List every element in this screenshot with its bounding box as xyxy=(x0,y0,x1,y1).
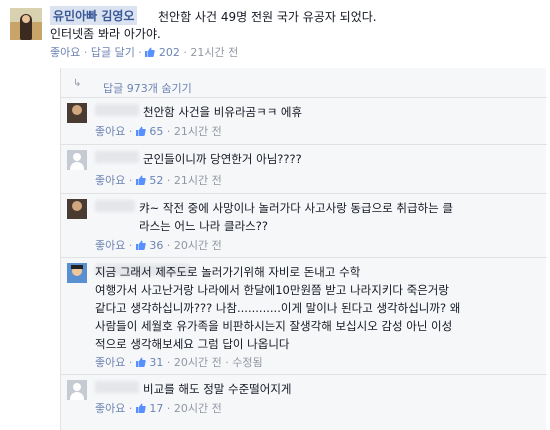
commenter-name-redacted[interactable] xyxy=(95,104,139,116)
comment: 천안함 사건을 비유라곰ㅋㅋ 에휴 좋아요 · 65 · 21시간 전 xyxy=(61,97,547,143)
edited-label[interactable]: 수정됨 xyxy=(232,356,262,369)
comment-time[interactable]: 20시간 전 xyxy=(174,239,222,252)
comment-text: 군인들이니까 당연한거 아님???? xyxy=(143,152,302,166)
thumbs-up-icon xyxy=(135,175,146,185)
commenter-avatar[interactable] xyxy=(67,150,87,170)
thumbs-up-icon xyxy=(135,240,146,250)
commenter-name-redacted[interactable] xyxy=(95,381,139,393)
comment-actions: 좋아요 · 31 · 20시간 전 · 수정됨 xyxy=(95,356,263,369)
comment-time[interactable]: 21시간 전 xyxy=(174,174,222,187)
comment-actions: 좋아요 · 36 · 20시간 전 xyxy=(95,239,222,252)
commenter-avatar[interactable] xyxy=(67,380,87,400)
author-avatar[interactable] xyxy=(10,8,42,40)
post-text-line1: 천안함 사건 49명 전원 국가 유공자 되었다. xyxy=(158,10,377,24)
comment-text: 천안함 사건을 비유라곰ㅋㅋ 에휴 xyxy=(143,105,303,119)
comment-like-button[interactable]: 좋아요 xyxy=(95,402,125,415)
commenter-name-redacted[interactable] xyxy=(95,200,135,212)
comment-actions: 좋아요 · 52 · 21시간 전 xyxy=(95,174,222,187)
comment: 캬~ 작전 중에 사망이나 놀러가다 사고사랑 동급으로 취급하는 클 라스는 … xyxy=(61,193,547,256)
post-author-name[interactable]: 유민아빠 김영오 xyxy=(50,6,138,25)
comment-text: 캬~ 작전 중에 사망이나 놀러가다 사고사랑 동급으로 취급하는 클 라스는 … xyxy=(139,201,453,233)
comment-like-button[interactable]: 좋아요 xyxy=(95,174,125,187)
thumbs-up-icon xyxy=(135,357,146,367)
comment: 군인들이니까 당연한거 아님???? 좋아요 · 52 · 21시간 전 xyxy=(61,144,547,192)
hide-replies-bar[interactable]: ↳ 답글 973개 숨기기 xyxy=(61,77,547,95)
thumbs-up-icon xyxy=(135,403,146,413)
thumbs-up-icon xyxy=(135,126,146,136)
comment-text: 비교를 해도 정말 수준떨어지게 xyxy=(143,382,292,396)
comment-like-button[interactable]: 좋아요 xyxy=(95,239,125,252)
like-button[interactable]: 좋아요 xyxy=(50,46,80,59)
post-like-count[interactable]: 202 xyxy=(145,46,183,59)
hide-replies-link[interactable]: 답글 973개 숨기기 xyxy=(103,80,192,96)
comment-like-count[interactable]: 36 xyxy=(135,239,163,252)
comment-like-count[interactable]: 31 xyxy=(135,356,163,369)
commenter-avatar[interactable] xyxy=(67,263,87,283)
comment-time[interactable]: 21시간 전 xyxy=(174,125,222,138)
comment-time[interactable]: 20시간 전 xyxy=(174,402,222,415)
commenter-name-redacted[interactable] xyxy=(95,151,139,163)
comment-text: 지금 그래서 제주도로 놀러가기위해 자비로 돈내고 수학 여행가서 사고난거랑… xyxy=(95,265,461,351)
reply-button[interactable]: 답글 달기 xyxy=(91,46,135,59)
commenter-avatar[interactable] xyxy=(67,199,87,219)
comment-like-button[interactable]: 좋아요 xyxy=(95,356,125,369)
comment-actions: 좋아요 · 65 · 21시간 전 xyxy=(95,125,222,138)
post: 유민아빠 김영오 천안함 사건 49명 전원 국가 유공자 되었다. 인터넷좀 … xyxy=(0,0,550,62)
commenter-avatar[interactable] xyxy=(67,103,87,123)
comment: 비교를 해도 정말 수준떨어지게 좋아요 · 17 · 20시간 전 xyxy=(61,374,547,430)
post-actions: 좋아요 · 답글 달기 · 202 · 21시간 전 xyxy=(50,46,239,59)
comment-like-button[interactable]: 좋아요 xyxy=(95,125,125,138)
comment-like-count[interactable]: 52 xyxy=(135,174,163,187)
thumbs-up-icon xyxy=(145,47,156,57)
post-time[interactable]: 21시간 전 xyxy=(190,46,238,59)
comment: 지금 그래서 제주도로 놀러가기위해 자비로 돈내고 수학 여행가서 사고난거랑… xyxy=(61,257,547,373)
comment-like-count[interactable]: 17 xyxy=(135,402,163,415)
comments-section: ↳ 답글 973개 숨기기 천안함 사건을 비유라곰ㅋㅋ 에휴 좋아요 · 65… xyxy=(60,68,547,430)
comment-actions: 좋아요 · 17 · 20시간 전 xyxy=(95,402,222,415)
comment-time[interactable]: 20시간 전 xyxy=(174,356,222,369)
comment-like-count[interactable]: 65 xyxy=(135,125,163,138)
post-text-line2: 인터넷좀 봐라 아가야. xyxy=(50,27,161,41)
reply-arrow-icon: ↳ xyxy=(73,78,82,89)
